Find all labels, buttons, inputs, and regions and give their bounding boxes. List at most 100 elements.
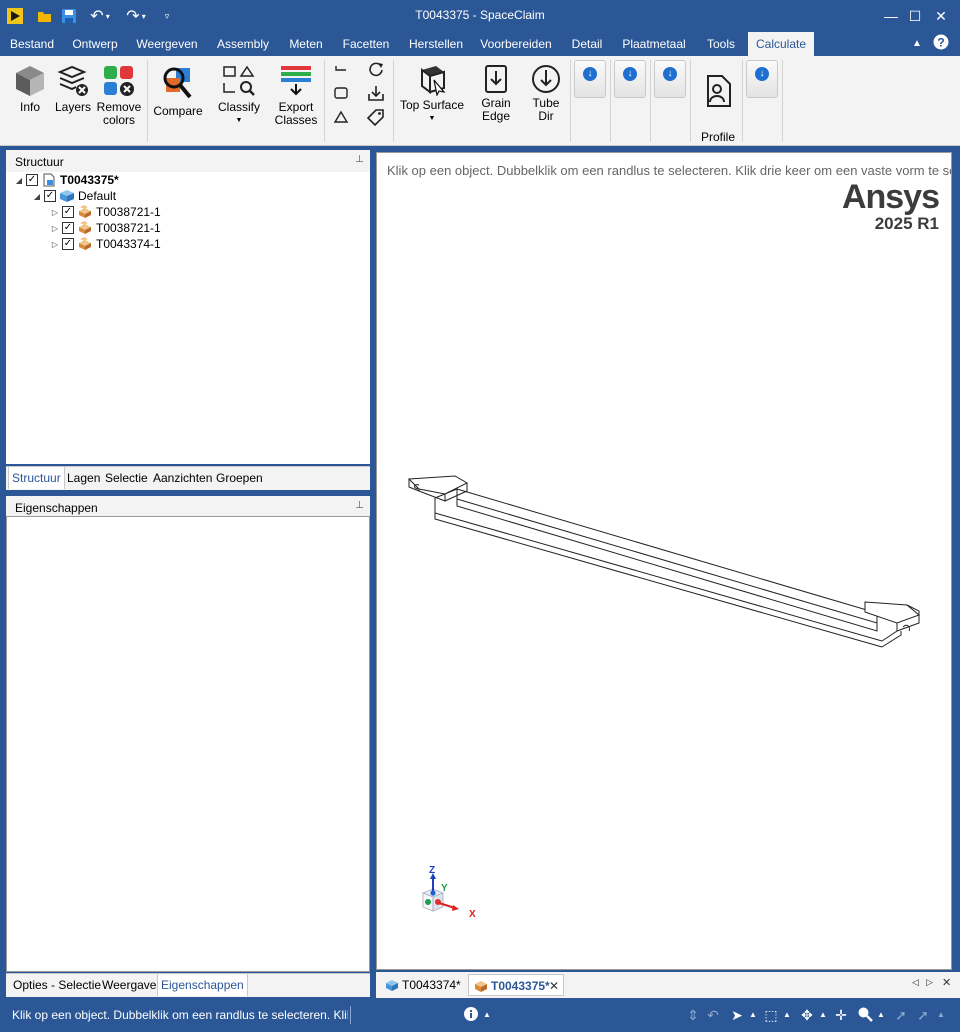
doc-tab-label: T0043374* bbox=[402, 978, 461, 992]
tab-facetten[interactable]: Facetten bbox=[338, 32, 394, 56]
classify-icon bbox=[223, 65, 255, 96]
tab-selectie[interactable]: Selectie bbox=[102, 467, 151, 489]
visibility-checkbox[interactable]: ✓ bbox=[62, 238, 74, 250]
expand-group-button[interactable]: ↓ bbox=[654, 60, 686, 98]
compare-button[interactable]: Compare bbox=[152, 66, 204, 118]
classify-button[interactable]: Classify ▼ bbox=[214, 64, 264, 127]
tab-aanzichten[interactable]: Aanzichten bbox=[150, 467, 215, 489]
scroll-left-icon[interactable]: ◁ bbox=[912, 977, 919, 988]
tab-opties-selectie[interactable]: Opties - Selectie bbox=[10, 974, 104, 996]
info-cube-icon bbox=[16, 66, 44, 96]
remove-colors-button[interactable]: Remove colors bbox=[96, 64, 142, 127]
info-button[interactable]: Info bbox=[10, 64, 50, 114]
expand-group-button[interactable]: ↓ bbox=[614, 60, 646, 98]
3d-model-rail[interactable] bbox=[377, 153, 953, 971]
expand-icon[interactable]: ▷ bbox=[50, 224, 60, 233]
tube-dir-button[interactable]: Tube Dir bbox=[526, 64, 566, 123]
collapse-ribbon-icon[interactable]: ▲ bbox=[906, 34, 928, 54]
svg-text:?: ? bbox=[937, 36, 944, 50]
collapse-icon[interactable]: ◢ bbox=[14, 176, 24, 185]
tab-assembly[interactable]: Assembly bbox=[212, 32, 274, 56]
doc-tab-t0043374[interactable]: T0043374* bbox=[380, 974, 461, 996]
expand-icon[interactable]: ▷ bbox=[50, 240, 60, 249]
triad-cube-icon bbox=[421, 888, 445, 912]
profile-button[interactable]: Profile bbox=[696, 74, 740, 144]
classify-dropdown-icon[interactable]: ▼ bbox=[214, 114, 264, 127]
maximize-button[interactable]: ☐ bbox=[904, 6, 926, 26]
select-cursor-dropdown-icon[interactable]: ▲ bbox=[744, 1006, 762, 1024]
compare-magnifier-icon bbox=[163, 67, 192, 99]
tab-voorbereiden[interactable]: Voorbereiden bbox=[476, 32, 556, 56]
expand-group-button[interactable]: ↓ bbox=[574, 60, 606, 98]
triangle-tool-icon[interactable] bbox=[332, 110, 350, 128]
tab-bestand[interactable]: Bestand bbox=[4, 32, 60, 56]
next-view-icon[interactable]: ➚ bbox=[914, 1006, 932, 1024]
tab-eigenschappen[interactable]: Eigenschappen bbox=[157, 974, 248, 996]
tree-child-row[interactable]: ▷ ✓ T0038721-1 bbox=[50, 220, 161, 236]
tag-icon[interactable] bbox=[366, 108, 386, 128]
axis-triad[interactable]: Z Y X bbox=[411, 863, 491, 943]
close-tab-icon[interactable]: ✕ bbox=[549, 975, 559, 997]
tab-ontwerp[interactable]: Ontwerp bbox=[66, 32, 124, 56]
help-icon[interactable]: ? bbox=[930, 34, 952, 54]
structure-panel-title: Structuur bbox=[6, 150, 370, 172]
tab-weergave[interactable]: Weergave bbox=[99, 974, 159, 996]
expand-icon[interactable]: ▷ bbox=[50, 208, 60, 217]
expand-group-button[interactable]: ↓ bbox=[746, 60, 778, 98]
tree-default-row[interactable]: ◢ ✓ Default bbox=[32, 188, 116, 204]
axis-x-label: X bbox=[469, 909, 476, 920]
layers-button[interactable]: Layers bbox=[52, 64, 94, 114]
tree-child-row[interactable]: ▷ ✓ T0043374-1 bbox=[50, 236, 161, 252]
pin-icon[interactable]: ⊥ bbox=[355, 154, 364, 165]
zoom-dropdown-icon[interactable]: ▲ bbox=[872, 1006, 890, 1024]
tab-detail[interactable]: Detail bbox=[566, 32, 608, 56]
tab-herstellen[interactable]: Herstellen bbox=[404, 32, 468, 56]
layers-label: Layers bbox=[54, 100, 92, 114]
tab-tools[interactable]: Tools bbox=[700, 32, 742, 56]
ribbon-separator bbox=[610, 60, 611, 142]
rotate-dropdown-icon[interactable]: ▲ bbox=[814, 1006, 832, 1024]
collapse-icon[interactable]: ◢ bbox=[32, 192, 42, 201]
visibility-checkbox[interactable]: ✓ bbox=[62, 222, 74, 234]
visibility-checkbox[interactable]: ✓ bbox=[26, 174, 38, 186]
tab-weergeven[interactable]: Weergeven bbox=[132, 32, 202, 56]
navigate-updown-icon[interactable]: ⇕ bbox=[684, 1006, 702, 1024]
top-surface-button[interactable]: Top Surface ▼ bbox=[398, 64, 466, 125]
import-icon[interactable] bbox=[366, 84, 386, 104]
scroll-right-icon[interactable]: ▷ bbox=[926, 977, 933, 988]
doc-tab-label: T0043375* bbox=[491, 979, 550, 993]
tab-lagen[interactable]: Lagen bbox=[64, 467, 103, 489]
ribbon-separator bbox=[570, 60, 571, 142]
tab-calculate[interactable]: Calculate bbox=[748, 32, 814, 56]
visibility-checkbox[interactable]: ✓ bbox=[44, 190, 56, 202]
previous-view-icon[interactable]: ➚ bbox=[892, 1006, 910, 1024]
grain-edge-button[interactable]: Grain Edge bbox=[476, 64, 516, 123]
close-button[interactable]: ✕ bbox=[930, 6, 952, 26]
grain-edge-icon bbox=[485, 65, 507, 93]
refresh-icon[interactable] bbox=[366, 60, 386, 80]
document-icon bbox=[475, 981, 487, 992]
info-dropdown-icon[interactable]: ▲ bbox=[478, 1006, 496, 1024]
visibility-checkbox[interactable]: ✓ bbox=[62, 206, 74, 218]
close-document-icon[interactable]: ✕ bbox=[942, 976, 951, 989]
status-dropdown-icon[interactable]: ▲ bbox=[932, 1006, 950, 1024]
tab-groepen[interactable]: Groepen bbox=[213, 467, 266, 489]
tab-structuur[interactable]: Structuur bbox=[8, 467, 65, 489]
pin-icon[interactable]: ⊥ bbox=[355, 500, 364, 511]
box-select-dropdown-icon[interactable]: ▲ bbox=[778, 1006, 796, 1024]
design-viewport[interactable]: Klik op een object. Dubbelklik om een ra… bbox=[376, 152, 952, 970]
pan-icon[interactable]: ✛ bbox=[832, 1006, 850, 1024]
top-surface-dropdown-icon[interactable]: ▼ bbox=[398, 112, 466, 125]
export-classes-button[interactable]: Export Classes bbox=[272, 64, 320, 127]
minimize-button[interactable]: — bbox=[880, 6, 902, 26]
tab-meten[interactable]: Meten bbox=[284, 32, 328, 56]
window-title: T0043375 - SpaceClaim bbox=[415, 8, 545, 22]
info-label: Info bbox=[19, 100, 40, 114]
tree-root-row[interactable]: ◢ ✓ T0043375* bbox=[14, 172, 119, 188]
tree-child-row[interactable]: ▷ ✓ T0038721-1 bbox=[50, 204, 161, 220]
undo-selection-icon[interactable]: ↶ bbox=[704, 1006, 722, 1024]
rectangle-tool-icon[interactable] bbox=[332, 86, 350, 104]
doc-tab-t0043375[interactable]: T0043375* ✕ bbox=[468, 974, 564, 996]
tab-plaatmetaal[interactable]: Plaatmetaal bbox=[618, 32, 690, 56]
line-tool-icon[interactable] bbox=[332, 62, 350, 80]
